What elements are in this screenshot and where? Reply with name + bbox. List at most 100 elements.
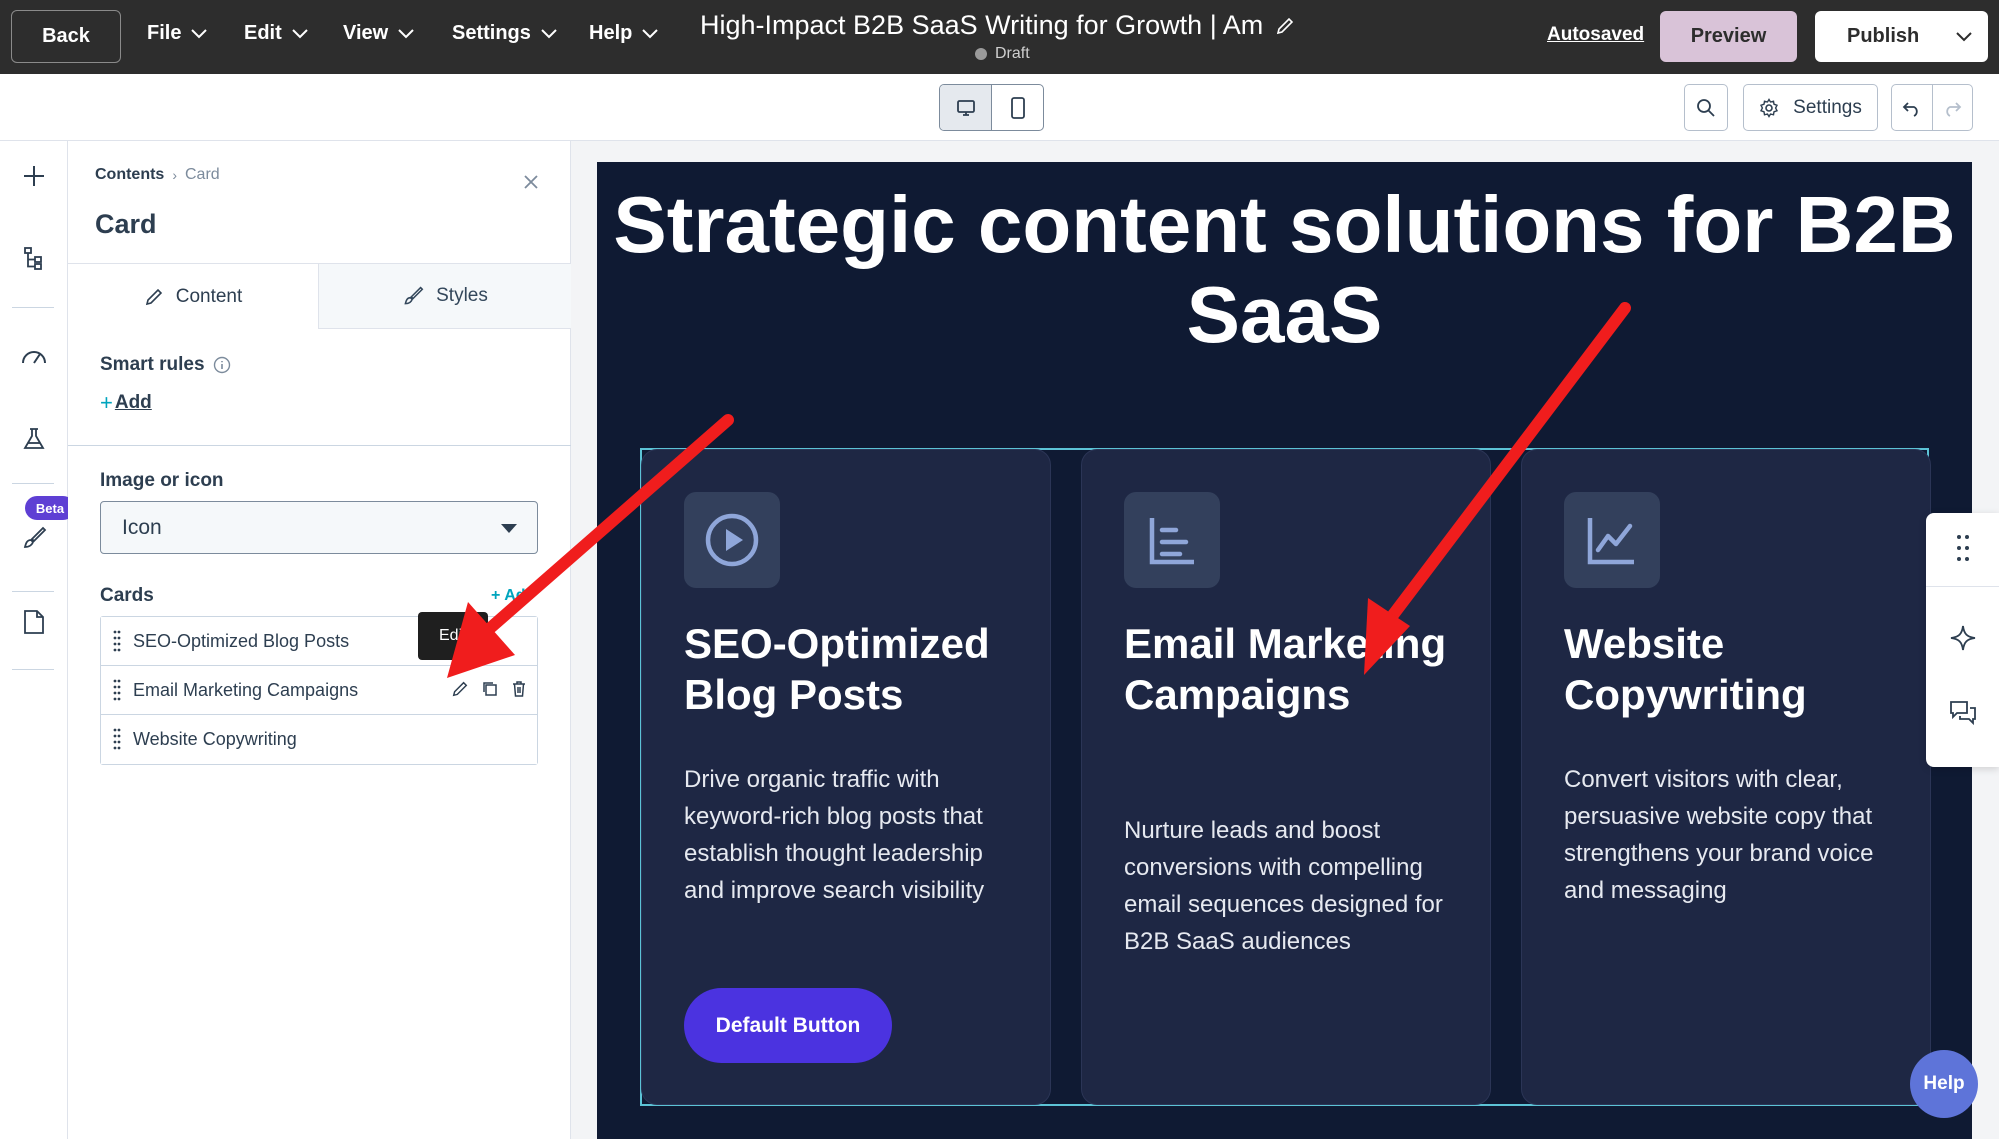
- publish-button[interactable]: Publish: [1815, 11, 1988, 62]
- menu-help[interactable]: Help: [589, 22, 659, 45]
- card-list-item-label: SEO-Optimized Blog Posts: [133, 630, 350, 651]
- hero-title[interactable]: Strategic content solutions for B2B SaaS: [597, 180, 1972, 360]
- publish-label: Publish: [1847, 25, 1920, 47]
- brush-icon[interactable]: [19, 523, 49, 553]
- status-dot: [975, 48, 987, 60]
- breadcrumb-separator: ›: [172, 167, 177, 183]
- breadcrumb-contents[interactable]: Contents: [95, 166, 164, 184]
- undo-button[interactable]: [1892, 85, 1933, 130]
- edit-icon[interactable]: [451, 680, 469, 698]
- drag-handle-icon[interactable]: [1948, 533, 1978, 563]
- chevron-down-icon: [398, 28, 414, 38]
- card-list-item[interactable]: Email Marketing Campaigns: [101, 666, 537, 715]
- search-icon: [1697, 98, 1715, 117]
- pencil-icon: [145, 288, 162, 305]
- rail-divider: [12, 307, 54, 308]
- caret-down-icon: [501, 524, 517, 533]
- chevron-down-icon: [292, 28, 308, 38]
- pencil-icon[interactable]: [1275, 16, 1295, 36]
- close-icon[interactable]: [520, 171, 542, 193]
- flask-icon[interactable]: [19, 424, 49, 454]
- gauge-icon[interactable]: [19, 341, 49, 371]
- comments-icon[interactable]: [1948, 698, 1978, 728]
- redo-button[interactable]: [1933, 85, 1973, 130]
- tab-content[interactable]: Content: [68, 263, 319, 329]
- image-or-icon-value: Icon: [122, 515, 162, 539]
- info-icon[interactable]: [213, 356, 231, 374]
- service-card[interactable]: Website Copywriting Convert visitors wit…: [1521, 449, 1931, 1105]
- tab-content-label: Content: [175, 285, 243, 307]
- plus-icon: +: [100, 390, 113, 415]
- smart-rules-heading: Smart rules: [100, 354, 231, 376]
- cards-add-link[interactable]: + Add: [491, 587, 531, 605]
- rail-divider: [12, 483, 54, 484]
- service-card-description: Nurture leads and boost conversions with…: [1124, 817, 1443, 955]
- tree-icon[interactable]: [19, 243, 49, 273]
- preview-button[interactable]: Preview: [1660, 11, 1797, 62]
- image-or-icon-select[interactable]: Icon: [100, 501, 538, 554]
- chevron-down-icon: [191, 28, 208, 38]
- menu-help-label: Help: [589, 22, 633, 44]
- floating-toolbar: [1926, 513, 1999, 767]
- service-card-description: Convert visitors with clear, persuasive …: [1564, 766, 1874, 904]
- play-circle-icon: [684, 492, 780, 588]
- desktop-view-button[interactable]: [940, 85, 992, 130]
- breadcrumb-current: Card: [185, 166, 220, 183]
- properties-panel: Contents › Card Card Content Styles Smar…: [68, 141, 571, 1139]
- desktop-icon: [956, 99, 975, 116]
- rail-divider: [12, 591, 54, 592]
- drag-handle-icon[interactable]: [113, 678, 121, 702]
- sparkle-icon[interactable]: [1948, 623, 1978, 653]
- row-actions: [451, 680, 527, 698]
- page-icon[interactable]: [19, 607, 49, 637]
- cards-label: Cards: [100, 585, 154, 606]
- brush-icon: [404, 286, 424, 305]
- smart-rules-add-link[interactable]: + Add: [100, 390, 152, 416]
- trash-icon[interactable]: [511, 680, 527, 698]
- tab-styles-label: Styles: [436, 285, 488, 306]
- mobile-view-button[interactable]: [992, 85, 1043, 130]
- image-or-icon-label: Image or icon: [100, 470, 224, 491]
- search-button[interactable]: [1684, 84, 1728, 131]
- card-list-item-label: Website Copywriting: [133, 729, 297, 749]
- duplicate-icon[interactable]: [481, 680, 499, 698]
- drag-handle-icon[interactable]: [113, 727, 121, 751]
- menu-edit[interactable]: Edit: [244, 22, 308, 45]
- smart-rules-label: Smart rules: [100, 354, 205, 375]
- rail-divider: [12, 669, 54, 670]
- top-bar: Back File Edit View Settings Help High-I…: [0, 0, 1999, 74]
- chevron-down-icon[interactable]: [1956, 32, 1972, 42]
- menu-settings[interactable]: Settings: [452, 22, 557, 45]
- back-button[interactable]: Back: [11, 10, 121, 63]
- chevron-down-icon: [541, 28, 557, 38]
- service-card-description: Drive organic traffic with keyword-rich …: [684, 766, 985, 904]
- smart-rules-add-label: Add: [114, 392, 152, 413]
- left-rail: Beta: [0, 141, 75, 1139]
- drag-handle-icon[interactable]: [113, 629, 121, 653]
- panel-divider: [68, 445, 571, 446]
- autosaved-link[interactable]: Autosaved: [1547, 24, 1644, 46]
- breadcrumb: Contents › Card: [95, 166, 220, 184]
- menu-settings-label: Settings: [452, 22, 531, 44]
- service-card-title: SEO-Optimized Blog Posts: [684, 620, 990, 718]
- mobile-icon: [1010, 96, 1025, 119]
- service-card-title: Website Copywriting: [1564, 620, 1807, 718]
- list-icon: [1124, 492, 1220, 588]
- menu-view[interactable]: View: [343, 22, 414, 45]
- status-text: Draft: [995, 45, 1030, 62]
- add-icon[interactable]: [19, 161, 49, 191]
- gear-icon: [1760, 97, 1779, 118]
- document-title[interactable]: High-Impact B2B SaaS Writing for Growth …: [700, 10, 1295, 41]
- edit-tooltip: Edit: [418, 612, 488, 660]
- panel-tabs: Content Styles: [68, 263, 571, 329]
- card-list-item[interactable]: Website Copywriting: [101, 715, 537, 764]
- service-card[interactable]: Email Marketing Campaigns Nurture leads …: [1081, 449, 1491, 1105]
- redo-icon: [1946, 101, 1962, 117]
- menu-view-label: View: [343, 22, 389, 44]
- menu-file[interactable]: File: [147, 22, 208, 45]
- service-card[interactable]: SEO-Optimized Blog Posts Drive organic t…: [641, 449, 1051, 1105]
- default-button[interactable]: Default Button: [684, 988, 892, 1063]
- tab-styles[interactable]: Styles: [319, 263, 571, 329]
- settings-button[interactable]: Settings: [1743, 84, 1878, 131]
- help-button[interactable]: Help: [1910, 1050, 1978, 1118]
